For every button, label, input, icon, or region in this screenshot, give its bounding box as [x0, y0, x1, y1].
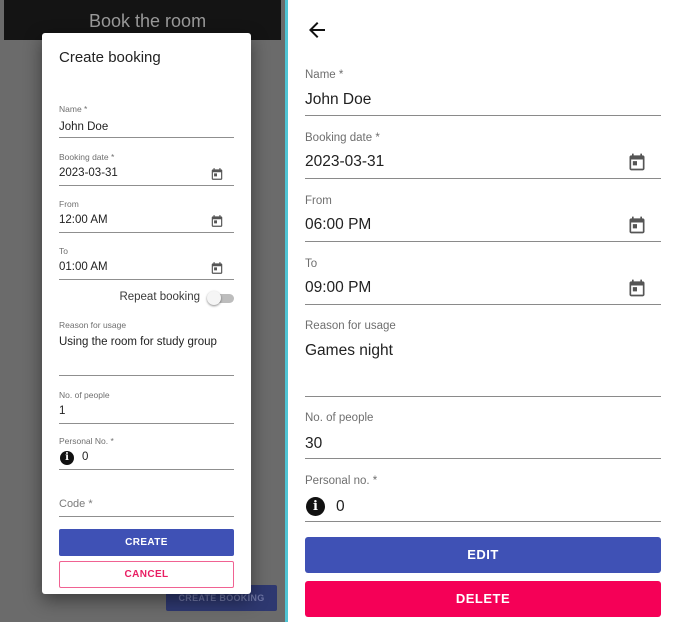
reason-input[interactable]: Using the room for study group [59, 336, 217, 348]
edit-button[interactable]: EDIT [305, 537, 661, 573]
calendar-icon[interactable] [210, 214, 224, 228]
name-label: Name * [59, 104, 88, 114]
booking-date-field[interactable]: Booking date * 2023-03-31 [305, 131, 661, 181]
personal-no-label: Personal no. * [305, 475, 378, 487]
booking-detail-screen: Name * John Doe Booking date * 2023-03-3… [288, 0, 680, 622]
booking-date-label: Booking date * [59, 152, 115, 162]
reason-field[interactable]: Reason for usage Using the room for stud… [59, 318, 234, 378]
to-label: To [305, 258, 318, 270]
from-underline [305, 241, 661, 242]
repeat-booking-row: Repeat booking [59, 290, 234, 306]
people-count-label: No. of people [59, 390, 110, 400]
booking-date-input[interactable]: 2023-03-31 [59, 167, 118, 179]
name-underline [305, 115, 661, 116]
booking-date-field[interactable]: Booking date * 2023-03-31 [59, 149, 234, 187]
name-underline [59, 137, 234, 138]
calendar-icon[interactable] [627, 278, 647, 298]
from-label: From [305, 195, 332, 207]
to-input[interactable]: 01:00 AM [59, 261, 108, 273]
code-placeholder[interactable]: Code * [59, 498, 93, 510]
reason-input[interactable]: Games night [305, 342, 393, 360]
delete-button[interactable]: DELETE [305, 581, 661, 617]
people-count-underline [59, 423, 234, 424]
name-field[interactable]: Name * John Doe [305, 68, 661, 118]
from-underline [59, 232, 234, 233]
booking-date-underline [305, 178, 661, 179]
reason-underline [305, 396, 661, 397]
reason-field[interactable]: Reason for usage Games night [305, 319, 661, 399]
from-input[interactable]: 12:00 AM [59, 214, 108, 226]
reason-label: Reason for usage [59, 320, 127, 330]
code-underline [59, 516, 234, 517]
from-time-field[interactable]: From 06:00 PM [305, 194, 661, 244]
from-label: From [59, 199, 79, 209]
to-underline [59, 279, 234, 280]
arrow-left-icon[interactable] [305, 18, 329, 42]
people-count-field[interactable]: No. of people 1 [59, 388, 234, 426]
personal-no-field[interactable]: Personal no. * i 0 [305, 474, 661, 524]
people-count-input[interactable]: 30 [305, 435, 322, 453]
name-field[interactable]: Name * John Doe [59, 101, 234, 139]
name-input[interactable]: John Doe [59, 121, 108, 133]
repeat-booking-label: Repeat booking [119, 291, 200, 303]
create-button[interactable]: CREATE [59, 529, 234, 556]
to-input[interactable]: 09:00 PM [305, 279, 371, 297]
personal-no-underline [59, 469, 234, 470]
info-icon[interactable]: i [60, 451, 74, 465]
create-booking-screen: Book the room CREATE BOOKING Create book… [0, 0, 285, 622]
to-label: To [59, 246, 68, 256]
personal-no-label: Personal No. * [59, 436, 114, 446]
personal-no-underline [305, 521, 661, 522]
reason-underline [59, 375, 234, 376]
calendar-icon[interactable] [210, 167, 224, 181]
create-booking-dialog: Create booking Name * John Doe Booking d… [42, 33, 251, 594]
to-time-field[interactable]: To 01:00 AM [59, 243, 234, 281]
calendar-icon[interactable] [627, 152, 647, 172]
reason-label: Reason for usage [305, 320, 396, 332]
dialog-title: Create booking [59, 49, 161, 66]
from-input[interactable]: 06:00 PM [305, 216, 371, 234]
app-title: Book the room [89, 11, 207, 31]
from-time-field[interactable]: From 12:00 AM [59, 196, 234, 234]
cancel-button[interactable]: CANCEL [59, 561, 234, 588]
people-count-input[interactable]: 1 [59, 405, 65, 417]
personal-no-input[interactable]: 0 [336, 498, 345, 516]
code-field[interactable]: Code * [59, 483, 234, 519]
people-count-underline [305, 458, 661, 459]
people-count-field[interactable]: No. of people 30 [305, 411, 661, 461]
repeat-booking-toggle-thumb[interactable] [207, 291, 221, 305]
info-icon[interactable]: i [306, 497, 325, 516]
to-underline [305, 304, 661, 305]
name-input[interactable]: John Doe [305, 91, 371, 109]
calendar-icon[interactable] [210, 261, 224, 275]
to-time-field[interactable]: To 09:00 PM [305, 257, 661, 307]
name-label: Name * [305, 69, 344, 81]
personal-no-input[interactable]: 0 [82, 451, 88, 463]
people-count-label: No. of people [305, 412, 374, 424]
booking-date-label: Booking date * [305, 132, 380, 144]
calendar-icon[interactable] [627, 215, 647, 235]
booking-date-underline [59, 185, 234, 186]
personal-no-field[interactable]: Personal No. * i 0 [59, 434, 234, 472]
booking-date-input[interactable]: 2023-03-31 [305, 153, 384, 171]
